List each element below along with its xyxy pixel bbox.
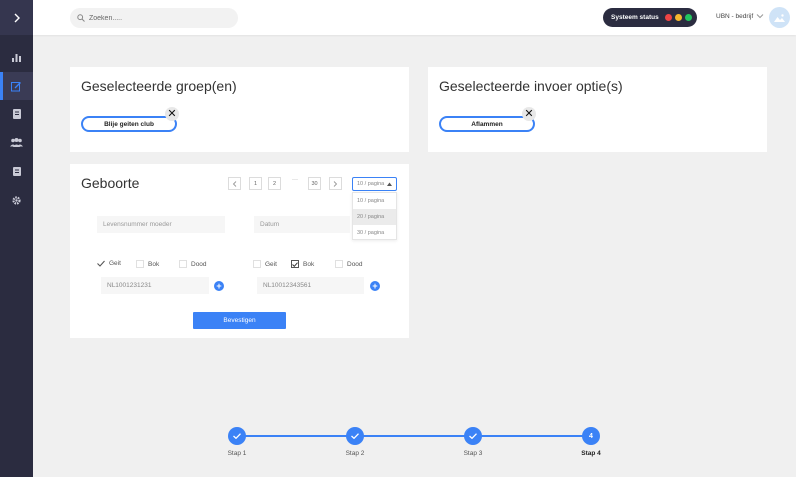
checkbox-geit-right[interactable]: Geit [253, 260, 277, 268]
remove-option-button[interactable]: ✕ [522, 107, 536, 121]
option-chip-label: Aflammen [471, 120, 503, 128]
plus-icon: + [372, 281, 378, 291]
add-right-button[interactable]: + [370, 281, 380, 291]
image-placeholder-icon [774, 13, 785, 22]
checkbox-dood-right[interactable]: Dood [335, 260, 363, 268]
checkbox-label: Bok [303, 260, 315, 268]
per-page-option[interactable]: 30 / pagina [353, 225, 396, 241]
system-status-label: Systeem status [611, 14, 659, 21]
user-name[interactable]: UBN - bedrijf [716, 13, 753, 20]
checkmark-icon [292, 261, 298, 267]
checkbox-box [335, 260, 343, 268]
chart-icon [12, 53, 21, 62]
close-icon: ✕ [167, 107, 177, 120]
plus-icon: + [216, 281, 222, 291]
chevron-right-icon [333, 180, 338, 187]
checkbox-label: Bok [148, 260, 160, 268]
sidebar-item-settings[interactable] [0, 186, 33, 214]
per-page-option[interactable]: 10 / pagina [353, 193, 396, 209]
checkmark-icon [233, 433, 241, 439]
avatar[interactable] [769, 7, 790, 28]
checkbox-box [179, 260, 187, 268]
status-dot-green [685, 14, 692, 21]
birth-card: Geboorte 1 2 ··· 30 10 / pagina 10 / pag… [70, 164, 409, 338]
topbar: Systeem status UBN - bedrijf [33, 0, 796, 35]
checkbox-bok-right[interactable]: Bok [291, 260, 314, 268]
selected-groups-title: Geselecteerde groep(en) [81, 78, 237, 94]
sidebar-item-dashboard[interactable] [0, 43, 33, 71]
chevron-right-icon [14, 13, 20, 22]
confirm-button[interactable]: Bevestigen [193, 312, 286, 329]
sidebar-item-list[interactable] [0, 157, 33, 185]
edit-icon [11, 81, 21, 91]
checkbox-label: Geit [109, 260, 121, 267]
pagination-page-last[interactable]: 30 [308, 177, 321, 190]
chevron-left-icon [232, 180, 237, 187]
group-chip[interactable]: Blije geiten club [81, 116, 177, 132]
status-dot-red [665, 14, 672, 21]
search-icon [77, 14, 85, 22]
pagination-next[interactable] [329, 177, 342, 190]
sidebar-item-documents[interactable] [0, 100, 33, 128]
step-1-circle[interactable] [228, 427, 246, 445]
close-icon: ✕ [524, 107, 534, 120]
goat-number-field-left[interactable]: NL1001231231 [101, 277, 209, 294]
caret-up-icon [387, 182, 393, 186]
step-1-label: Stap 1 [227, 450, 247, 457]
checkbox-bok-left[interactable]: Bok [136, 260, 159, 268]
remove-group-button[interactable]: ✕ [165, 107, 179, 121]
selected-options-card: Geselecteerde invoer optie(s) Aflammen ✕ [428, 67, 767, 152]
users-icon [10, 137, 23, 147]
mother-number-field[interactable]: Levensnummer moeder [97, 216, 225, 233]
checkbox-dood-left[interactable]: Dood [179, 260, 207, 268]
checkbox-box [253, 260, 261, 268]
birth-title: Geboorte [81, 175, 140, 191]
checkbox-label: Dood [347, 260, 363, 268]
per-page-option[interactable]: 20 / pagina [353, 209, 396, 225]
group-chip-label: Blije geiten club [104, 120, 154, 128]
pagination-prev[interactable] [228, 177, 241, 190]
add-left-button[interactable]: + [214, 281, 224, 291]
system-status-pill[interactable]: Systeem status [603, 8, 697, 27]
sidebar [0, 0, 33, 477]
per-page-value: 10 / pagina [357, 181, 385, 187]
pagination-page-1[interactable]: 1 [249, 177, 262, 190]
step-2-label: Stap 2 [345, 450, 365, 457]
step-3-label: Stap 3 [463, 450, 483, 457]
goat-number-field-right[interactable]: NL10012343561 [257, 277, 364, 294]
stepper-line [237, 435, 591, 437]
sidebar-item-users[interactable] [0, 128, 33, 156]
sidebar-expand-button[interactable] [0, 0, 33, 35]
status-dot-yellow [675, 14, 682, 21]
checkmark-icon [469, 433, 477, 439]
search-input[interactable] [89, 14, 229, 22]
checkmark-icon [97, 260, 105, 267]
checkbox-label: Dood [191, 260, 207, 268]
checkbox-geit-left[interactable]: Geit [97, 260, 121, 267]
document-icon [12, 109, 21, 119]
pagination-ellipsis: ··· [292, 177, 298, 183]
list-icon [12, 166, 21, 176]
chevron-down-icon[interactable] [756, 12, 764, 20]
step-2-circle[interactable] [346, 427, 364, 445]
option-chip[interactable]: Aflammen [439, 116, 535, 132]
per-page-select[interactable]: 10 / pagina [352, 177, 397, 191]
checkmark-icon [351, 433, 359, 439]
date-field[interactable]: Datum [254, 216, 350, 233]
checkbox-box [136, 260, 144, 268]
sidebar-item-input[interactable] [0, 72, 33, 100]
per-page-dropdown: 10 / pagina 20 / pagina 30 / pagina [352, 192, 397, 240]
selected-options-title: Geselecteerde invoer optie(s) [439, 78, 623, 94]
step-4-label: Stap 4 [581, 450, 601, 457]
pagination-page-2[interactable]: 2 [268, 177, 281, 190]
step-3-circle[interactable] [464, 427, 482, 445]
checkbox-label: Geit [265, 260, 277, 268]
step-4-circle[interactable]: 4 [582, 427, 600, 445]
gear-icon [12, 195, 21, 205]
checkbox-box [291, 260, 299, 268]
search-box[interactable] [70, 8, 238, 28]
selected-groups-card: Geselecteerde groep(en) Blije geiten clu… [70, 67, 409, 152]
